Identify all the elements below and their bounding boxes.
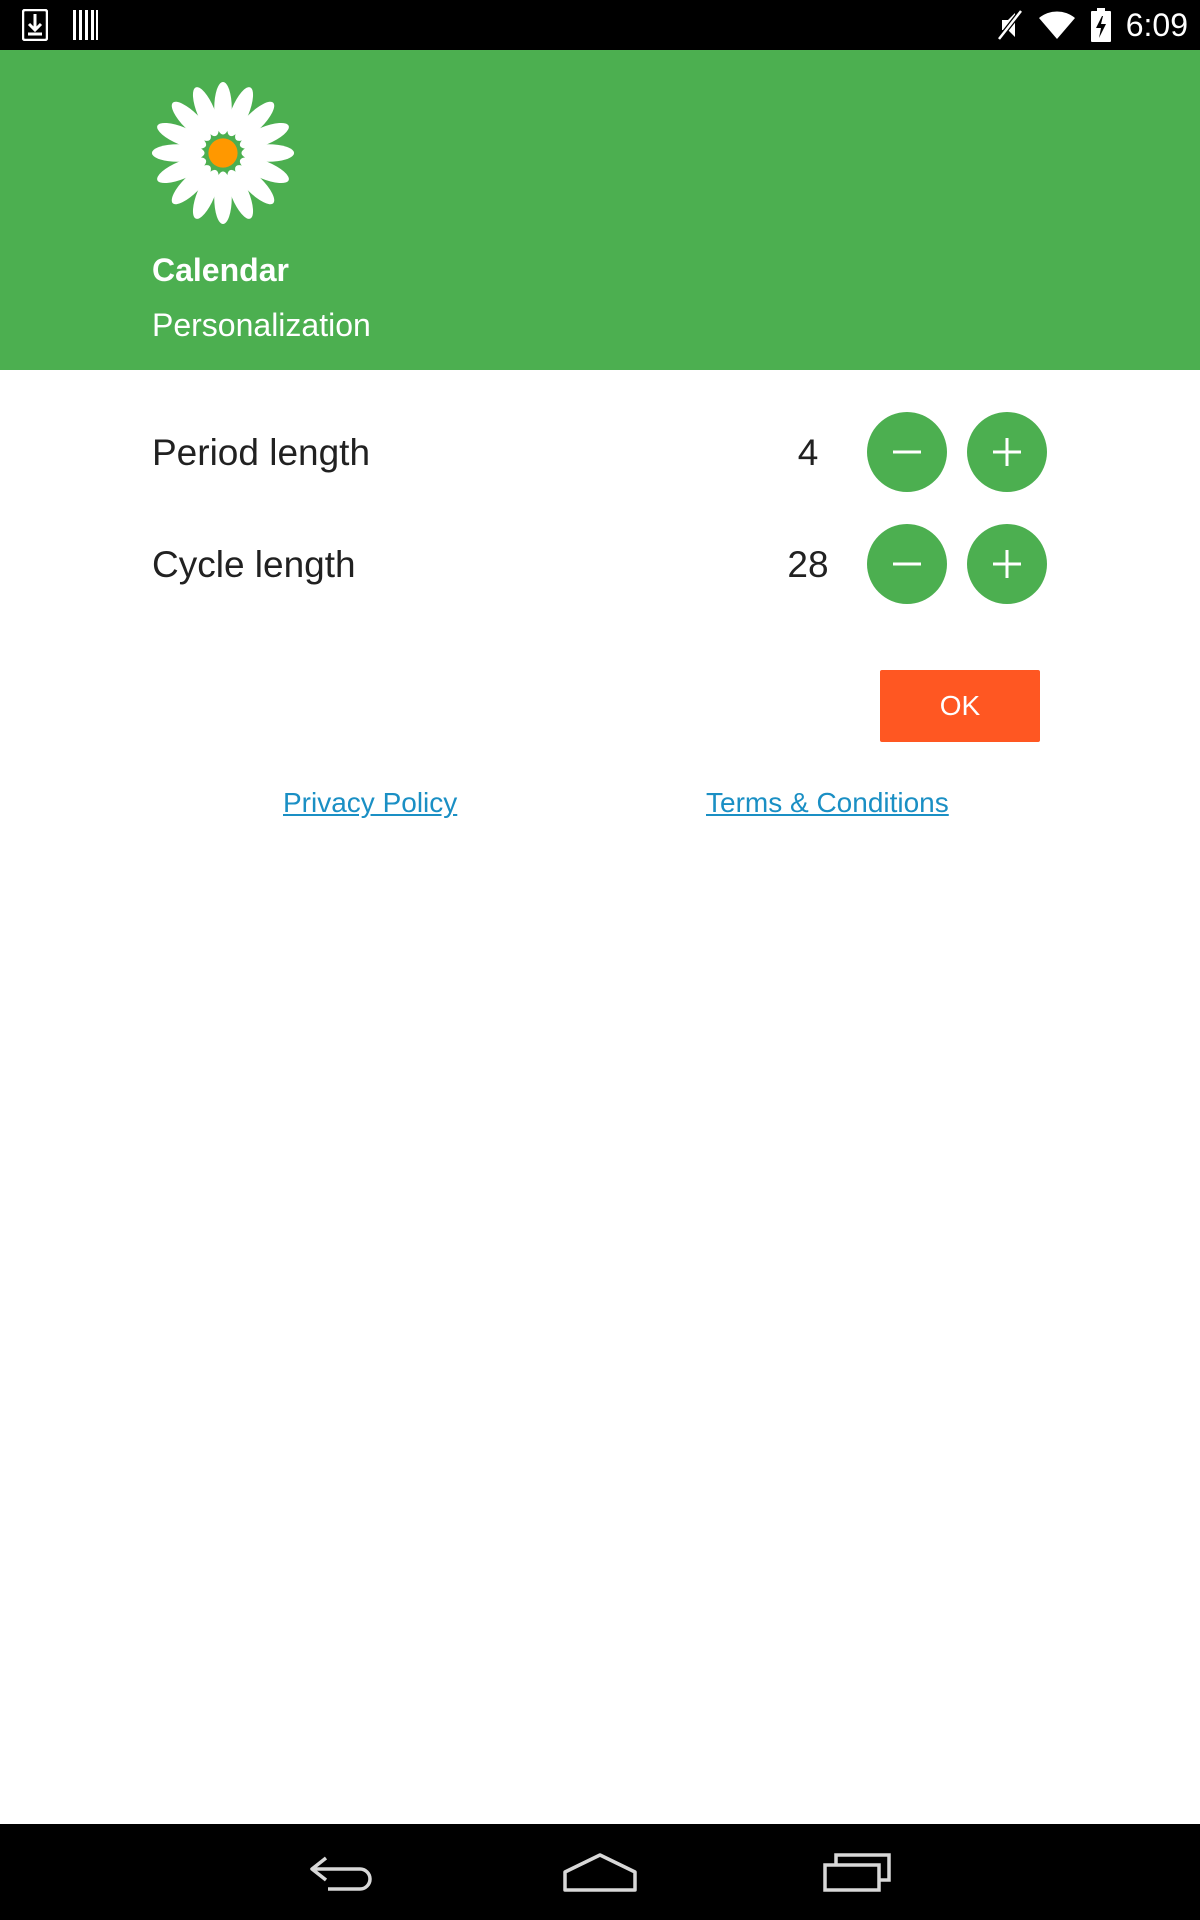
cycle-length-label: Cycle length — [152, 544, 356, 585]
home-button[interactable] — [555, 1842, 645, 1902]
page-title: Calendar — [152, 252, 289, 288]
barcode-icon — [72, 10, 98, 40]
period-length-row: Period length 4 — [0, 412, 1200, 492]
cycle-length-row: Cycle length 28 — [0, 524, 1200, 604]
period-length-value: 4 — [797, 432, 819, 473]
page-subtitle: Personalization — [152, 307, 371, 343]
back-button[interactable] — [298, 1842, 388, 1902]
privacy-policy-link[interactable]: Privacy Policy — [283, 787, 457, 819]
cycle-length-decrease-button[interactable] — [867, 524, 947, 604]
home-icon — [563, 1853, 637, 1892]
back-icon — [310, 1856, 372, 1891]
app-header: Calendar Personalization — [0, 50, 1200, 370]
status-bar: 6:09 — [0, 0, 1200, 50]
terms-conditions-link[interactable]: Terms & Conditions — [706, 787, 949, 819]
status-time: 6:09 — [1125, 7, 1188, 43]
daisy-logo-icon — [151, 81, 295, 225]
plus-icon — [993, 438, 1021, 466]
navigation-bar — [0, 1824, 1200, 1920]
recents-button[interactable] — [812, 1842, 902, 1902]
screen: 6:09 Calendar Personalization Period len… — [0, 0, 1200, 1920]
battery-charging-icon — [1090, 8, 1112, 42]
ok-button[interactable]: OK — [880, 670, 1040, 742]
cycle-length-value: 28 — [787, 544, 829, 585]
plus-icon — [993, 550, 1021, 578]
mute-icon — [996, 8, 1024, 42]
minus-icon — [893, 562, 921, 566]
period-length-label: Period length — [152, 432, 371, 473]
period-length-increase-button[interactable] — [967, 412, 1047, 492]
minus-icon — [893, 450, 921, 454]
wifi-icon — [1038, 10, 1076, 40]
period-length-decrease-button[interactable] — [867, 412, 947, 492]
download-icon — [22, 9, 48, 41]
cycle-length-increase-button[interactable] — [967, 524, 1047, 604]
recents-icon — [823, 1853, 891, 1892]
